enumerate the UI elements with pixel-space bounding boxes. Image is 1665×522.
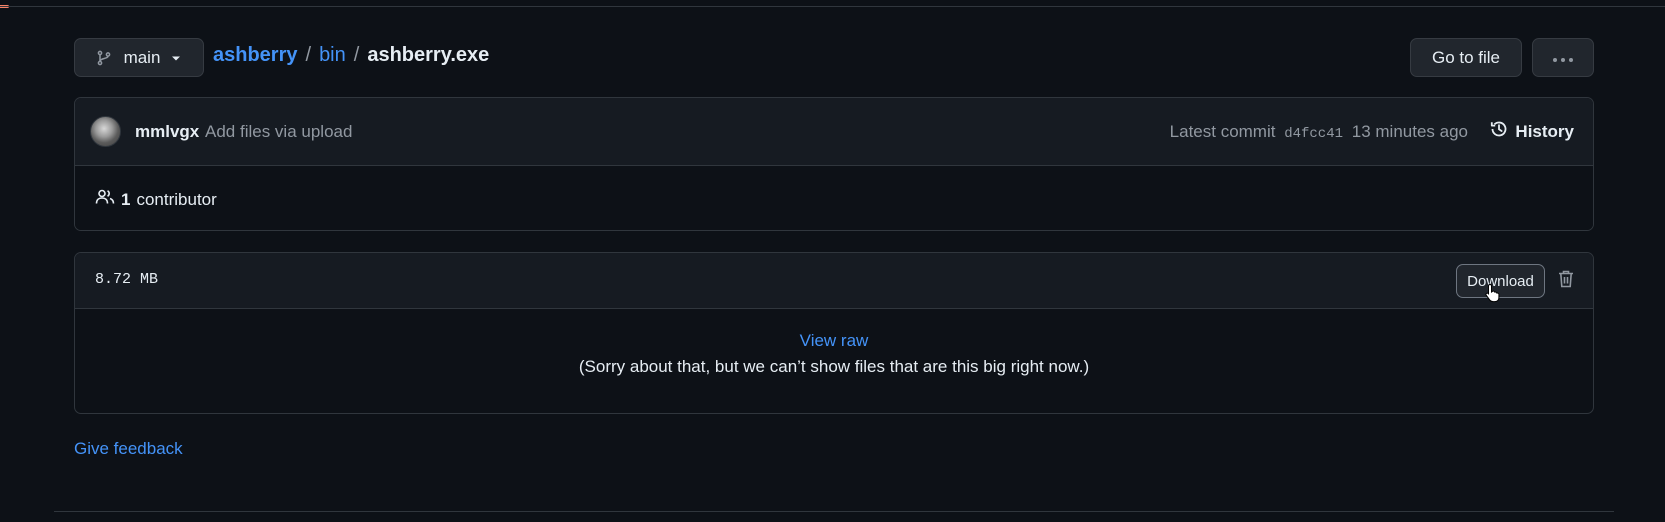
give-feedback-link[interactable]: Give feedback <box>74 439 183 459</box>
go-to-file-button[interactable]: Go to file <box>1410 38 1522 77</box>
contributor-label: contributor <box>136 189 217 209</box>
commit-meta: Latest commit d4fcc41 13 minutes ago <box>1170 122 1468 142</box>
file-viewer: 8.72 MB Download View raw (Sorry about t… <box>74 252 1594 414</box>
breadcrumb-repo-link[interactable]: ashberry <box>213 44 298 67</box>
trash-icon[interactable] <box>1557 269 1575 289</box>
people-icon <box>95 188 115 211</box>
footer-divider <box>54 511 1614 512</box>
latest-commit-box: mmlvgx Add files via upload Latest commi… <box>74 97 1594 231</box>
file-header: 8.72 MB Download <box>75 253 1593 309</box>
latest-commit-label: Latest commit <box>1169 122 1276 141</box>
git-branch-icon <box>96 50 112 66</box>
kebab-horizontal-icon <box>1552 48 1574 68</box>
file-body: View raw (Sorry about that, but we can’t… <box>75 309 1593 413</box>
history-button[interactable]: History <box>1489 119 1574 144</box>
commit-author-link[interactable]: mmlvgx <box>135 122 199 142</box>
file-size: 8.72 MB <box>95 271 159 288</box>
caret-down-icon <box>170 52 182 64</box>
history-label: History <box>1515 121 1574 141</box>
breadcrumb: ashberry / bin / ashberry.exe <box>213 44 489 67</box>
branch-name: main <box>123 47 161 67</box>
breadcrumb-current-file: ashberry.exe <box>367 44 490 66</box>
contributors-row: 1 contributor <box>75 166 1593 230</box>
commit-time: 13 minutes ago <box>1351 122 1468 141</box>
breadcrumb-separator: / <box>305 44 312 66</box>
avatar[interactable] <box>90 116 121 147</box>
file-too-big-message: (Sorry about that, but we can’t show fil… <box>578 357 1090 376</box>
history-icon <box>1489 119 1509 144</box>
contributors-link[interactable]: 1 contributor <box>95 188 217 211</box>
download-button[interactable]: Download <box>1456 264 1545 298</box>
breadcrumb-separator: / <box>353 44 360 66</box>
commit-row: mmlvgx Add files via upload Latest commi… <box>75 98 1593 166</box>
breadcrumb-folder-link[interactable]: bin <box>319 44 346 67</box>
view-raw-link[interactable]: View raw <box>75 331 1593 351</box>
more-options-button[interactable] <box>1532 38 1594 77</box>
commit-message-link[interactable]: Add files via upload <box>205 122 352 142</box>
branch-selector-button[interactable]: main <box>74 38 204 77</box>
commit-sha-link[interactable]: d4fcc41 <box>1284 126 1343 142</box>
contributor-count: 1 <box>121 189 131 209</box>
header-divider <box>0 6 1665 7</box>
